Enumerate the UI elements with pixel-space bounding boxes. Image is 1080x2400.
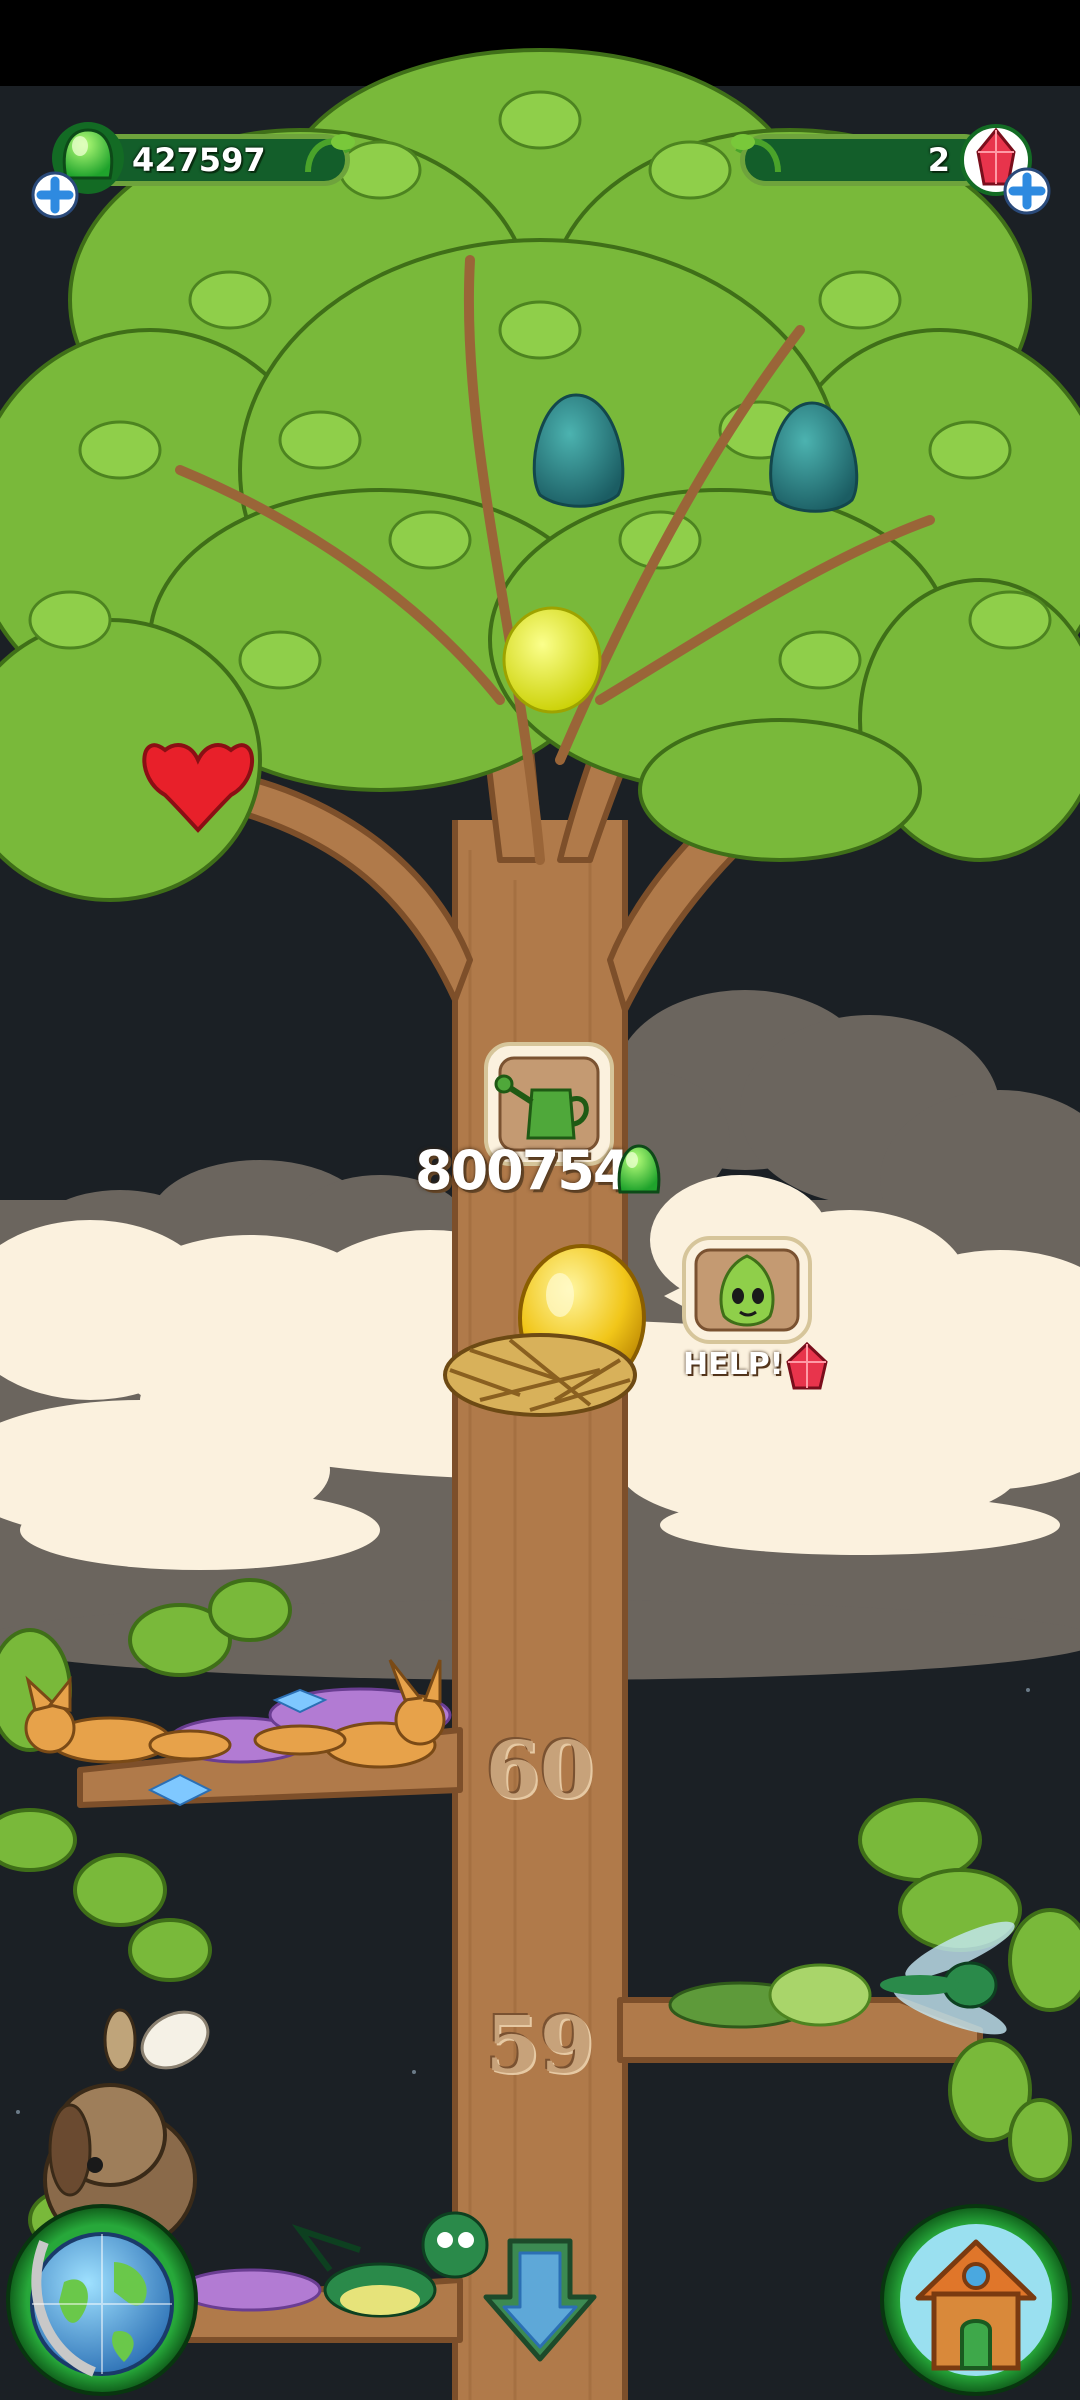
help-request-button[interactable] [664, 1236, 814, 1346]
scroll-down-button[interactable] [480, 2235, 600, 2365]
level-marker-60: 60 [485, 1725, 595, 1816]
leaf-creature-icon [664, 1236, 812, 1344]
gems-count: 427597 [132, 141, 266, 179]
green-gem-icon [617, 1144, 661, 1194]
red-crystal-icon [786, 1341, 828, 1390]
game-scene: 427597 2 800754 HELP! 60 59 [0, 0, 1080, 2400]
down-arrow-icon [483, 2238, 597, 2362]
world-map-button[interactable] [4, 2202, 200, 2398]
add-crystals-button[interactable] [1002, 166, 1052, 216]
globe-icon [6, 2204, 198, 2396]
add-gems-button[interactable] [30, 170, 80, 220]
crystals-count: 2 [927, 141, 950, 179]
help-label: HELP! [683, 1347, 784, 1382]
house-icon [880, 2204, 1072, 2396]
upgrade-cost: 800754 [415, 1139, 630, 1202]
home-button[interactable] [878, 2202, 1074, 2398]
plus-icon [1003, 167, 1051, 215]
plus-icon [31, 171, 79, 219]
level-marker-59: 59 [485, 2000, 595, 2091]
